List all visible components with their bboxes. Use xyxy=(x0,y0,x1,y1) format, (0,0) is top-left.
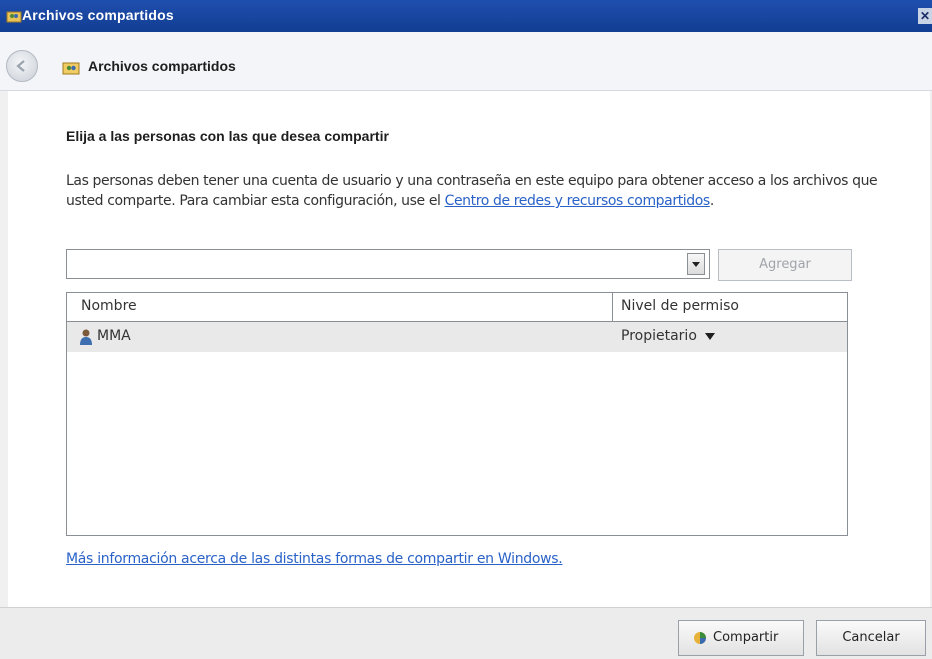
description: Las personas deben tener una cuenta de u… xyxy=(66,171,916,211)
permission-value: Propietario xyxy=(621,328,697,344)
permission-dropdown[interactable]: Propietario xyxy=(621,328,715,344)
footer-bar: Compartir Cancelar xyxy=(0,607,932,659)
table-row[interactable]: MMA Propietario xyxy=(67,322,847,352)
description-end: . xyxy=(709,193,714,209)
user-input[interactable] xyxy=(71,251,675,277)
page-title: Archivos compartidos xyxy=(88,58,236,74)
section-heading: Elija a las personas con las que desea c… xyxy=(66,128,389,144)
back-button[interactable] xyxy=(6,50,38,82)
column-divider[interactable] xyxy=(612,293,613,321)
title-bar: Archivos compartidos ✕ xyxy=(0,0,932,32)
network-center-link[interactable]: Centro de redes y recursos compartidos xyxy=(445,193,711,209)
back-arrow-icon xyxy=(16,60,25,72)
navigation-bar: Archivos compartidos xyxy=(0,32,932,91)
shared-folder-icon xyxy=(6,11,22,23)
shared-folder-icon xyxy=(62,62,80,75)
cancel-button[interactable]: Cancelar xyxy=(816,620,926,656)
user-name: MMA xyxy=(97,328,131,344)
table-header: Nombre Nivel de permiso xyxy=(67,293,847,322)
share-button[interactable]: Compartir xyxy=(678,620,804,656)
user-combobox[interactable] xyxy=(66,249,710,279)
chevron-down-icon xyxy=(704,332,715,340)
window-title: Archivos compartidos xyxy=(22,7,174,23)
share-shield-icon xyxy=(694,632,706,644)
user-icon xyxy=(80,329,92,345)
chevron-down-icon[interactable] xyxy=(687,253,705,275)
file-sharing-window: Archivos compartidos ✕ Archivos comparti… xyxy=(0,0,932,659)
more-info-link[interactable]: Más información acerca de las distintas … xyxy=(66,551,563,567)
share-label: Compartir xyxy=(713,630,779,645)
add-button[interactable]: Agregar xyxy=(718,249,852,281)
column-header-name[interactable]: Nombre xyxy=(81,298,137,314)
column-header-permission[interactable]: Nivel de permiso xyxy=(621,298,739,314)
close-icon[interactable]: ✕ xyxy=(918,8,932,24)
main-content: Elija a las personas con las que desea c… xyxy=(8,91,930,607)
permissions-table: Nombre Nivel de permiso MMA Propietario xyxy=(66,292,848,536)
